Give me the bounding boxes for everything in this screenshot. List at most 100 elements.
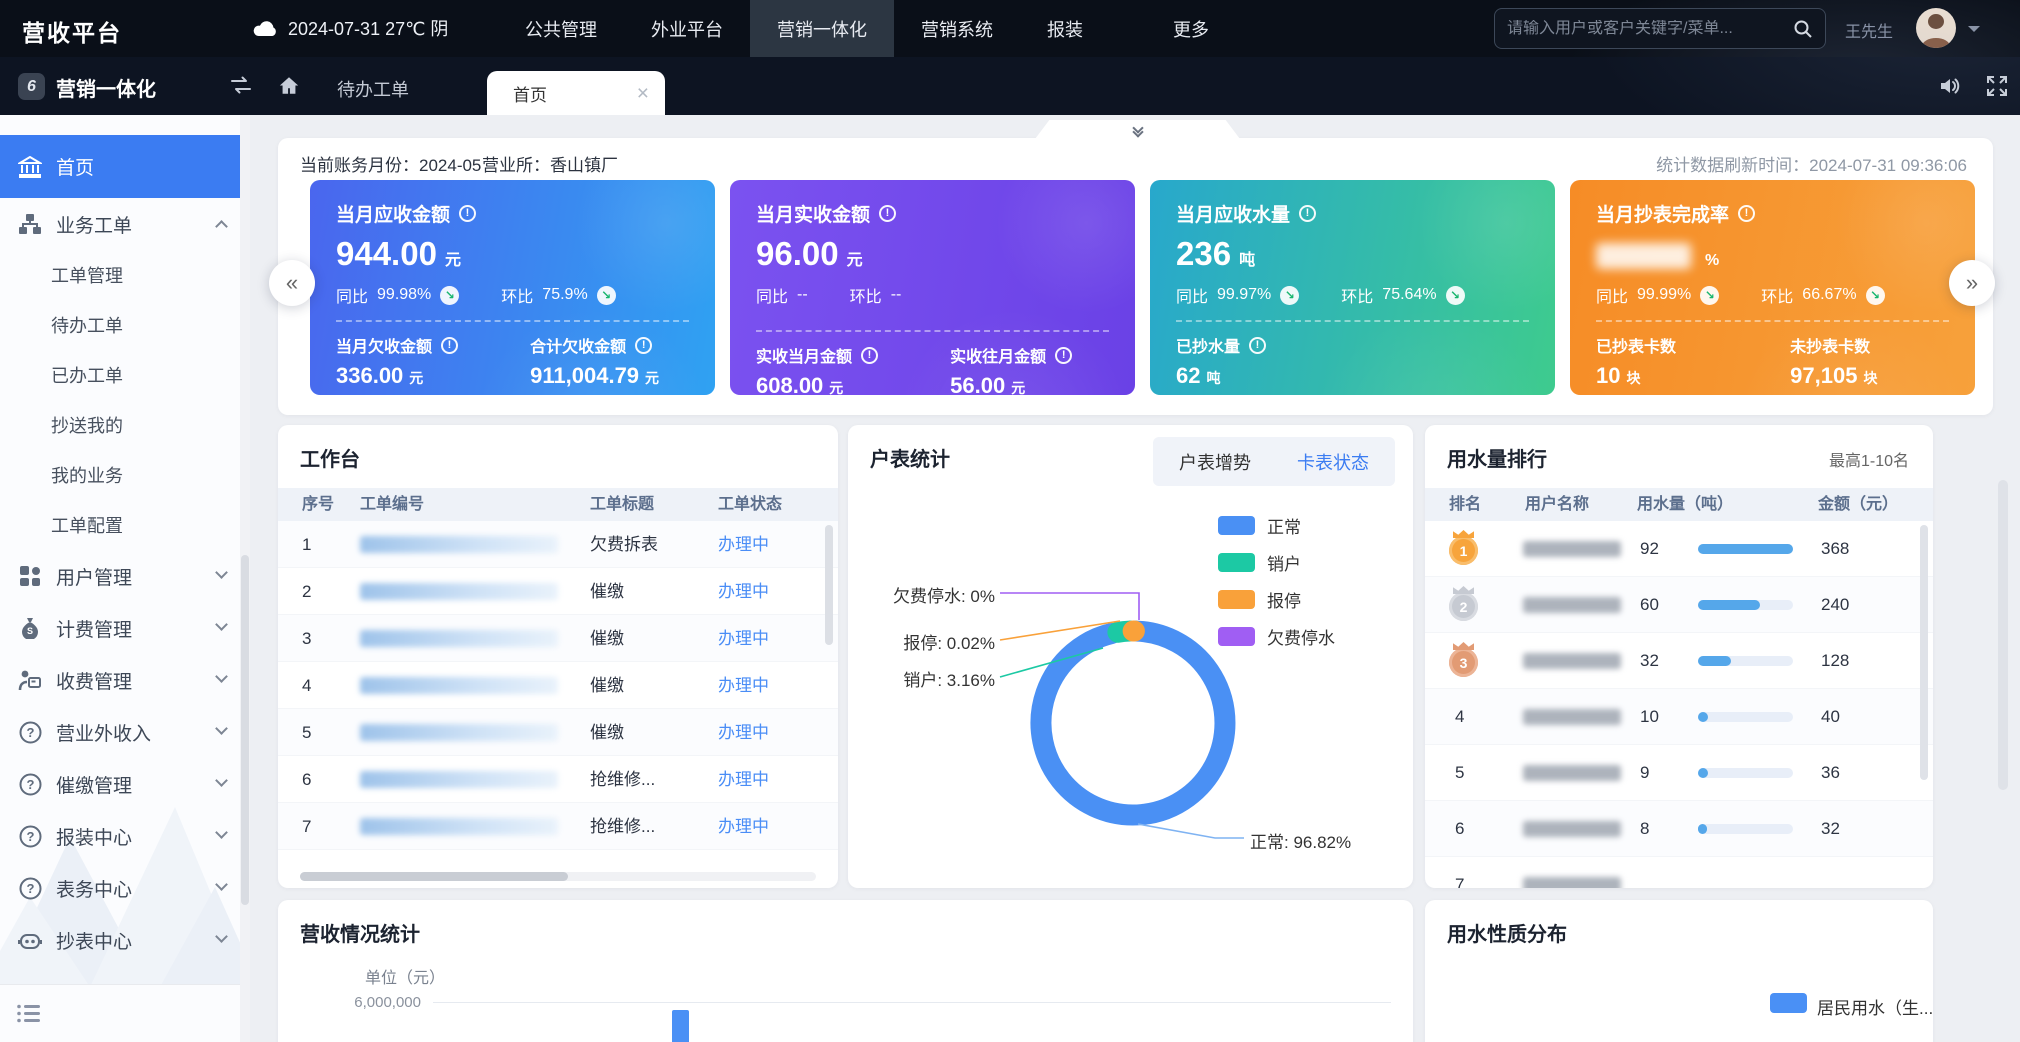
worktable-row[interactable]: 5 催缴 办理中 bbox=[278, 709, 838, 756]
nav-item-field[interactable]: 外业平台 bbox=[624, 0, 750, 57]
nav-item-public[interactable]: 公共管理 bbox=[498, 0, 624, 57]
kpi-value: 96.00元 bbox=[756, 235, 1109, 273]
order-status-link[interactable]: 办理中 bbox=[718, 615, 769, 662]
sidebar-item-label: 表务中心 bbox=[56, 875, 132, 902]
carousel-prev-button[interactable]: « bbox=[269, 260, 315, 306]
tab-card-status[interactable]: 卡表状态 bbox=[1297, 449, 1369, 475]
info-icon[interactable]: ! bbox=[879, 205, 896, 222]
tab-home[interactable]: 首页 × bbox=[487, 71, 665, 115]
worktable-row[interactable]: 3 催缴 办理中 bbox=[278, 615, 838, 662]
nav-item-marketing-system[interactable]: 营销系统 bbox=[894, 0, 1020, 57]
meter-stats-tabs: 户表增势 卡表状态 bbox=[1153, 437, 1395, 486]
sidebar-item-reading-center[interactable]: 抄表中心 bbox=[0, 914, 250, 966]
ranking-scrollbar[interactable] bbox=[1920, 525, 1928, 780]
sidebar-item-install-center[interactable]: ? 报装中心 bbox=[0, 810, 250, 862]
sidebar-item-collection-manage[interactable]: ? 催缴管理 bbox=[0, 758, 250, 810]
worktable-horizontal-scrollbar[interactable] bbox=[300, 872, 568, 881]
tab-meter-growth[interactable]: 户表增势 bbox=[1179, 449, 1251, 475]
order-number-redacted bbox=[360, 536, 558, 553]
sidebar-item-fee-manage[interactable]: 收费管理 bbox=[0, 654, 250, 706]
collapse-panel-button[interactable] bbox=[1035, 120, 1240, 139]
fullscreen-icon[interactable] bbox=[1986, 75, 2008, 97]
page-scrollbar[interactable] bbox=[1998, 480, 2008, 790]
sound-icon[interactable] bbox=[1938, 75, 1962, 97]
sidebar-item-billing-manage[interactable]: S 计费管理 bbox=[0, 602, 250, 654]
search-input[interactable] bbox=[1507, 20, 1793, 38]
sidebar-item-my-business[interactable]: 我的业务 bbox=[0, 450, 250, 500]
search-icon[interactable] bbox=[1793, 19, 1813, 39]
nav-item-more[interactable]: 更多 bbox=[1146, 0, 1236, 57]
collapse-menu-icon[interactable] bbox=[17, 1004, 41, 1023]
gridline bbox=[433, 1002, 1391, 1003]
order-status-link[interactable]: 办理中 bbox=[718, 521, 769, 568]
info-icon[interactable]: ! bbox=[635, 337, 652, 354]
sidebar-item-label: 报装中心 bbox=[56, 823, 132, 850]
order-status-link[interactable]: 办理中 bbox=[718, 756, 769, 803]
worktable-row[interactable]: 6 抢维修... 办理中 bbox=[278, 756, 838, 803]
tab-close-icon[interactable]: × bbox=[637, 83, 649, 104]
info-icon[interactable]: ! bbox=[861, 347, 878, 364]
trend-down-icon: ↘ bbox=[1866, 286, 1885, 305]
sidebar-item-label: 收费管理 bbox=[56, 667, 132, 694]
rank-row: 6 8 32 bbox=[1425, 801, 1933, 857]
col-order-title: 工单标题 bbox=[590, 488, 654, 521]
sidebar-item-cc-me[interactable]: 抄送我的 bbox=[0, 400, 250, 450]
sidebar-item-order-config[interactable]: 工单配置 bbox=[0, 500, 250, 550]
avatar[interactable] bbox=[1916, 8, 1956, 48]
weather-widget: 2024-07-31 27℃ 阴 bbox=[252, 15, 448, 41]
legend-swatch bbox=[1218, 553, 1255, 572]
switch-module-icon[interactable] bbox=[229, 75, 253, 95]
user-name[interactable]: 王先生 bbox=[1845, 18, 1893, 42]
business-office: 营业所：香山镇厂 bbox=[482, 151, 618, 176]
legend-item-cancelled[interactable]: 销户 bbox=[1218, 550, 1301, 575]
worktable-vertical-scrollbar[interactable] bbox=[825, 525, 833, 645]
sidebar-item-workorders[interactable]: 业务工单 bbox=[0, 198, 250, 250]
info-icon[interactable]: ! bbox=[1299, 205, 1316, 222]
usage-bar bbox=[1698, 544, 1793, 554]
info-icon[interactable]: ! bbox=[1055, 347, 1072, 364]
order-status-link[interactable]: 办理中 bbox=[718, 662, 769, 709]
kpi-trend: 同比-- 环比-- bbox=[756, 283, 1109, 307]
worktable-row[interactable]: 4 催缴 办理中 bbox=[278, 662, 838, 709]
kpi-title: 当月应收金额 bbox=[336, 200, 450, 227]
order-status-link[interactable]: 办理中 bbox=[718, 803, 769, 850]
sidebar-item-done-orders[interactable]: 已办工单 bbox=[0, 350, 250, 400]
sidebar-item-home[interactable]: 首页 bbox=[0, 135, 250, 198]
usage-bar bbox=[1698, 824, 1793, 834]
info-icon[interactable]: ! bbox=[459, 205, 476, 222]
user-menu-caret-icon[interactable] bbox=[1968, 26, 1980, 38]
info-icon[interactable]: ! bbox=[441, 337, 458, 354]
worktable-row[interactable]: 7 抢维修... 办理中 bbox=[278, 803, 838, 850]
worktable-row[interactable]: 2 催缴 办理中 bbox=[278, 568, 838, 615]
legend-item-normal[interactable]: 正常 bbox=[1218, 513, 1301, 538]
sidebar-scrollbar[interactable] bbox=[241, 555, 249, 905]
todo-workorders-link[interactable]: 待办工单 bbox=[337, 76, 409, 102]
info-icon[interactable]: ! bbox=[1249, 337, 1266, 354]
worktable-row[interactable]: 1 欠费拆表 办理中 bbox=[278, 521, 838, 568]
question-circle-icon: ? bbox=[17, 876, 43, 900]
sidebar-item-nonoperating-income[interactable]: ? 营业外收入 bbox=[0, 706, 250, 758]
legend-item-arrears[interactable]: 欠费停水 bbox=[1218, 624, 1335, 649]
order-status-link[interactable]: 办理中 bbox=[718, 709, 769, 756]
svg-text:?: ? bbox=[26, 725, 34, 740]
info-icon[interactable]: ! bbox=[1738, 205, 1755, 222]
legend-swatch bbox=[1218, 590, 1255, 609]
sidebar-item-user-manage[interactable]: 用户管理 bbox=[0, 550, 250, 602]
sidebar-item-order-manage[interactable]: 工单管理 bbox=[0, 250, 250, 300]
nav-item-install[interactable]: 报装 bbox=[1020, 0, 1110, 57]
home-bank-icon bbox=[17, 155, 43, 179]
sidebar-item-meter-center[interactable]: ? 表务中心 bbox=[0, 862, 250, 914]
carousel-next-button[interactable]: » bbox=[1949, 260, 1995, 306]
order-status-link[interactable]: 办理中 bbox=[718, 568, 769, 615]
global-search[interactable] bbox=[1494, 8, 1826, 49]
sidebar-item-label: 催缴管理 bbox=[56, 771, 132, 798]
amount-value: 40 bbox=[1821, 689, 1840, 745]
legend-item-residential[interactable]: 居民用水（生... 86.44% bbox=[1817, 994, 1933, 1019]
col-index: 序号 bbox=[302, 488, 334, 521]
home-icon[interactable] bbox=[278, 75, 300, 96]
legend-item-suspended[interactable]: 报停 bbox=[1218, 587, 1301, 612]
nav-item-marketing-integrated[interactable]: 营销一体化 bbox=[750, 0, 894, 57]
chevron-down-icon bbox=[215, 878, 228, 891]
row-index: 3 bbox=[302, 615, 311, 662]
sidebar-item-todo-orders[interactable]: 待办工单 bbox=[0, 300, 250, 350]
